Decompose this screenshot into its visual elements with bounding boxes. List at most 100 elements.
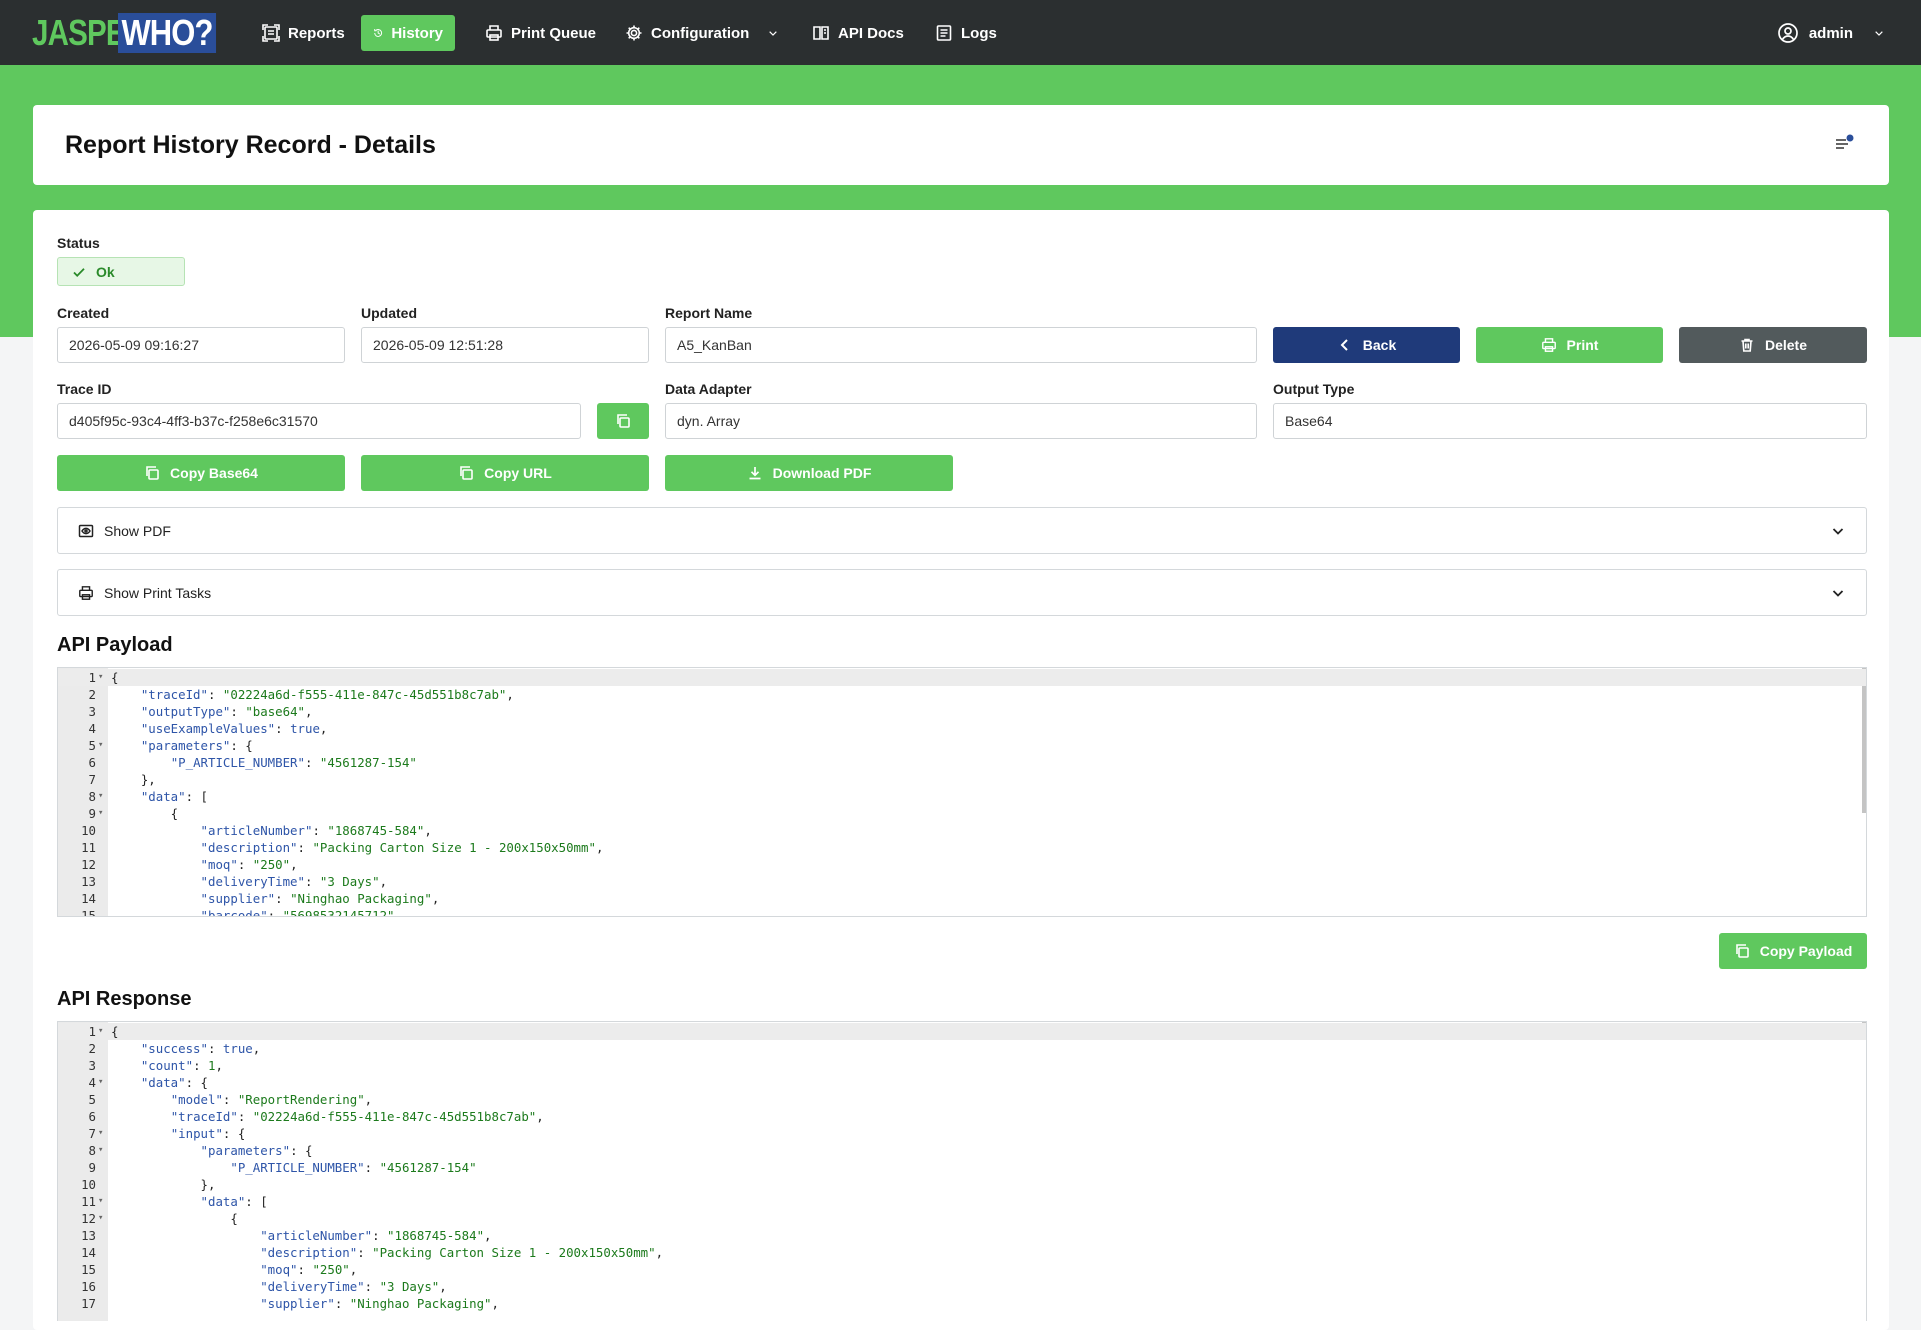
code-line[interactable]: 4 "useExampleValues": true, bbox=[58, 720, 1866, 737]
copy-base64-button[interactable]: Copy Base64 bbox=[57, 455, 345, 491]
code-line[interactable]: 10 }, bbox=[58, 1176, 1866, 1193]
code-line[interactable]: 7 ▾ "input": { bbox=[58, 1125, 1866, 1142]
code-text: "count": 1, bbox=[140, 1058, 223, 1073]
printer-icon bbox=[79, 585, 93, 600]
code-line[interactable]: 14 "description": "Packing Carton Size 1… bbox=[58, 1244, 1866, 1261]
code-text: "success": true, bbox=[140, 1041, 261, 1056]
code-text: "barcode": "5698532145712" bbox=[200, 908, 395, 917]
copy-payload-button[interactable]: Copy Payload bbox=[1719, 933, 1867, 969]
line-number: 13 bbox=[81, 874, 96, 889]
code-line[interactable]: 5 "model": "ReportRendering", bbox=[58, 1091, 1866, 1108]
code-line[interactable]: 10 "articleNumber": "1868745-584", bbox=[58, 822, 1866, 839]
code-line[interactable]: 12 ▾ { bbox=[58, 1210, 1866, 1227]
logo-text-part1: JASPER bbox=[32, 12, 146, 53]
page-title: Report History Record - Details bbox=[65, 130, 436, 159]
line-number: 15 bbox=[81, 1262, 96, 1277]
user-name: admin bbox=[1808, 24, 1853, 42]
trash-icon bbox=[1741, 338, 1753, 352]
line-number: 8 bbox=[88, 1143, 96, 1158]
fold-toggle-icon[interactable]: ▾ bbox=[98, 1074, 103, 1091]
fold-toggle-icon[interactable]: ▾ bbox=[98, 1193, 103, 1210]
trace-id-field[interactable]: d405f95c-93c4-4ff3-b37c-f258e6c31570 bbox=[57, 403, 581, 439]
show-print-tasks-accordion[interactable]: Show Print Tasks bbox=[57, 569, 1867, 616]
line-number: 1 bbox=[88, 1024, 96, 1039]
notifications-icon[interactable] bbox=[1833, 133, 1855, 155]
nav-print-queue[interactable]: Print Queue bbox=[473, 15, 608, 51]
line-number: 9 bbox=[88, 1160, 96, 1175]
nav-api-docs[interactable]: API Docs bbox=[800, 15, 916, 51]
line-number: 2 bbox=[88, 1041, 96, 1056]
api-payload-editor[interactable]: 1 ▾{2 "traceId": "02224a6d-f555-411e-847c… bbox=[57, 667, 1867, 917]
nav-history[interactable]: History bbox=[361, 15, 455, 51]
show-pdf-accordion[interactable]: Show PDF bbox=[57, 507, 1867, 554]
code-line[interactable]: 13 "deliveryTime": "3 Days", bbox=[58, 873, 1866, 890]
fold-toggle-icon[interactable]: ▾ bbox=[98, 1023, 103, 1040]
data-adapter-field[interactable]: dyn. Array bbox=[665, 403, 1257, 439]
code-line[interactable]: 1 ▾ { bbox=[58, 1023, 1866, 1040]
code-line[interactable]: 11 "description": "Packing Carton Size 1… bbox=[58, 839, 1866, 856]
code-line[interactable]: 5 ▾ "parameters": { bbox=[58, 737, 1866, 754]
code-line[interactable]: 7 }, bbox=[58, 771, 1866, 788]
code-line[interactable]: 13 "articleNumber": "1868745-584", bbox=[58, 1227, 1866, 1244]
code-text: "input": { bbox=[170, 1126, 246, 1141]
code-line[interactable]: 8 ▾ "data": [ bbox=[58, 788, 1866, 805]
code-line[interactable]: 15 "barcode": "5698532145712" bbox=[58, 907, 1866, 917]
code-line[interactable]: 16 "deliveryTime": "3 Days", bbox=[58, 1278, 1866, 1295]
code-line[interactable]: 17 "supplier": "Ninghao Packaging", bbox=[58, 1295, 1866, 1312]
code-text: "moq": "250", bbox=[200, 857, 298, 872]
code-line[interactable]: 12 "moq": "250", bbox=[58, 856, 1866, 873]
fold-toggle-icon[interactable]: ▾ bbox=[98, 669, 103, 686]
code-text: "data": { bbox=[140, 1075, 208, 1090]
created-field[interactable]: 2026-05-09 09:16:27 bbox=[57, 327, 345, 363]
logo-text-part2: WHO? bbox=[118, 13, 217, 53]
print-button-label: Print bbox=[1566, 337, 1599, 353]
fold-toggle-icon[interactable]: ▾ bbox=[98, 737, 103, 754]
status-badge: Ok bbox=[57, 257, 185, 286]
app-logo[interactable]: JASPER WHO? bbox=[32, 13, 232, 53]
nav-logs[interactable]: Logs bbox=[923, 15, 1009, 51]
code-line[interactable]: 2 "traceId": "02224a6d-f555-411e-847c-45… bbox=[58, 686, 1866, 703]
delete-button[interactable]: Delete bbox=[1679, 327, 1867, 363]
code-text: "traceId": "02224a6d-f555-411e-847c-45d5… bbox=[170, 1109, 544, 1124]
line-number: 6 bbox=[88, 755, 96, 770]
code-line[interactable]: 6 "P_ARTICLE_NUMBER": "4561287-154" bbox=[58, 754, 1866, 771]
line-number: 13 bbox=[81, 1228, 96, 1243]
code-line[interactable]: 9 "P_ARTICLE_NUMBER": "4561287-154" bbox=[58, 1159, 1866, 1176]
fold-toggle-icon[interactable]: ▾ bbox=[98, 1210, 103, 1227]
copy-trace-id-button[interactable] bbox=[597, 403, 649, 439]
status-value: Ok bbox=[96, 263, 115, 280]
print-button[interactable]: Print bbox=[1476, 327, 1663, 363]
copy-icon bbox=[460, 466, 473, 480]
show-pdf-label: Show PDF bbox=[104, 522, 171, 539]
code-line[interactable]: 2 "success": true, bbox=[58, 1040, 1866, 1057]
download-pdf-button[interactable]: Download PDF bbox=[665, 455, 953, 491]
code-line[interactable]: 4 ▾ "data": { bbox=[58, 1074, 1866, 1091]
code-line[interactable]: 3 "count": 1, bbox=[58, 1057, 1866, 1074]
line-number: 5 bbox=[88, 1092, 96, 1107]
line-number: 11 bbox=[81, 840, 96, 855]
user-menu[interactable]: admin bbox=[1777, 15, 1885, 51]
code-line[interactable]: 15 "moq": "250", bbox=[58, 1261, 1866, 1278]
code-line[interactable]: 14 "supplier": "Ninghao Packaging", bbox=[58, 890, 1866, 907]
nav-reports[interactable]: Reports bbox=[250, 15, 357, 51]
updated-field[interactable]: 2026-05-09 12:51:28 bbox=[361, 327, 649, 363]
download-pdf-label: Download PDF bbox=[772, 465, 872, 481]
code-line[interactable]: 1 ▾ { bbox=[58, 669, 1866, 686]
copy-url-button[interactable]: Copy URL bbox=[361, 455, 649, 491]
fold-toggle-icon[interactable]: ▾ bbox=[98, 788, 103, 805]
output-type-field[interactable]: Base64 bbox=[1273, 403, 1867, 439]
code-line[interactable]: 6 "traceId": "02224a6d-f555-411e-847c-45… bbox=[58, 1108, 1866, 1125]
fold-toggle-icon[interactable]: ▾ bbox=[98, 1142, 103, 1159]
nav-configuration[interactable]: Configuration bbox=[613, 15, 791, 51]
back-button[interactable]: Back bbox=[1273, 327, 1460, 363]
code-line[interactable]: 9 ▾ { bbox=[58, 805, 1866, 822]
fold-toggle-icon[interactable]: ▾ bbox=[98, 805, 103, 822]
fold-toggle-icon[interactable]: ▾ bbox=[98, 1125, 103, 1142]
code-line[interactable]: 11 ▾ "data": [ bbox=[58, 1193, 1866, 1210]
code-line[interactable]: 8 ▾ "parameters": { bbox=[58, 1142, 1866, 1159]
code-text: { bbox=[111, 806, 179, 821]
report-name-field[interactable]: A5_KanBan bbox=[665, 327, 1257, 363]
code-line[interactable]: 3 "outputType": "base64", bbox=[58, 703, 1866, 720]
api-response-editor[interactable]: 1 ▾{2 "success": true, 3 "count": 1, 4 ▾ "da… bbox=[57, 1021, 1867, 1321]
line-number: 17 bbox=[81, 1296, 96, 1311]
